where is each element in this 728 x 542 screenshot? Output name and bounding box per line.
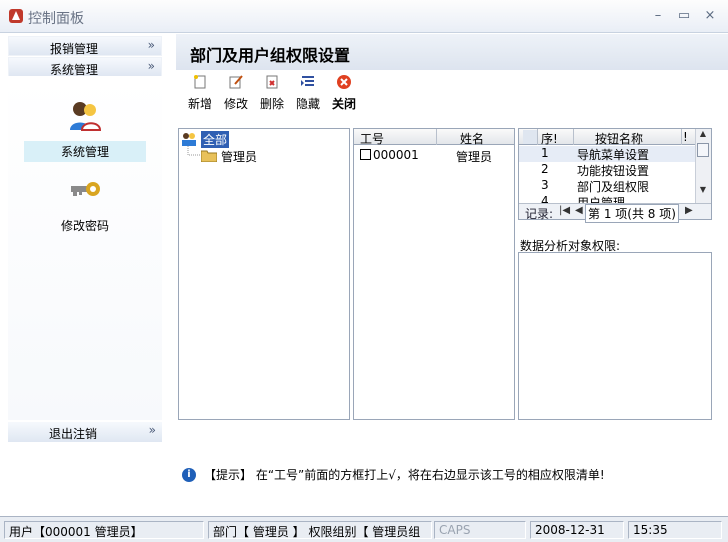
chevron-down-icon: » — [147, 38, 155, 52]
sidebar-item-system-management[interactable]: 系统管理 — [8, 98, 162, 162]
status-bar: 用户【000001 管理员】 部门【 管理员 】 权限组别【 管理员组 CAPS… — [0, 516, 728, 542]
first-record-icon[interactable]: |◀ — [559, 205, 570, 216]
hint-bar: i 【提示】 在“工号”前面的方框打上√，将在右边显示该工号的相应权限清单! — [182, 466, 605, 483]
sidebar-group-reimbursement[interactable]: 报销管理 » — [8, 36, 162, 56]
column-header[interactable]: 工号 — [360, 130, 384, 147]
delete-icon — [266, 75, 278, 89]
vertical-scrollbar[interactable]: ▲ ▼ — [695, 129, 711, 205]
minimize-button[interactable]: – — [650, 8, 666, 24]
sidebar: 报销管理 » 系统管理 » 系统管理 修改密码 退出注销 » — [0, 34, 168, 516]
next-record-icon[interactable]: ▶ — [685, 205, 693, 216]
table-row[interactable]: 000001 — [360, 148, 419, 164]
scroll-up-icon[interactable]: ▲ — [696, 129, 710, 141]
title-bar: 控制面板 – ▭ × — [0, 0, 728, 33]
pager-label: 记录: — [525, 207, 554, 221]
table-row[interactable]: 1 导航菜单设置 — [519, 146, 695, 162]
page-title: 部门及用户组权限设置 — [190, 46, 351, 65]
column-header[interactable]: ! — [683, 130, 688, 144]
new-button[interactable]: 新增 — [186, 74, 214, 112]
edit-icon — [229, 75, 243, 89]
row-checkbox[interactable] — [360, 149, 371, 160]
close-icon — [337, 75, 351, 89]
folder-icon — [201, 150, 217, 162]
employee-id: 000001 — [373, 148, 419, 162]
department-tree[interactable]: 全部 管理员 — [178, 128, 350, 420]
close-window-button[interactable]: × — [702, 8, 718, 24]
sidebar-item-change-password[interactable]: 修改密码 — [8, 172, 162, 236]
new-icon — [194, 75, 206, 89]
hide-icon — [301, 76, 314, 86]
key-icon — [71, 182, 100, 196]
pager-info: 第 1 项(共 8 项) — [585, 204, 679, 223]
sidebar-body: 系统管理 修改密码 — [8, 76, 162, 420]
window-title: 控制面板 — [28, 11, 84, 27]
main-content: 部门及用户组权限设置 新增 修改 删除 隐藏 关闭 全部 管理员 工号 姓名 0… — [168, 34, 728, 516]
status-time: 15:35 — [628, 521, 722, 539]
tree-node-label: 管理员 — [221, 149, 258, 164]
info-icon: i — [182, 467, 196, 482]
users-icon — [70, 102, 102, 131]
app-icon — [9, 9, 23, 23]
column-header[interactable]: 按钮名称 — [595, 130, 643, 147]
scroll-thumb[interactable] — [697, 143, 709, 157]
table-header: 工号 姓名 — [354, 129, 514, 147]
record-navigator: 记录: |◀ ◀ 第 1 项(共 8 项) ▶ — [519, 203, 711, 223]
chevron-down-icon: » — [148, 423, 156, 437]
close-button[interactable]: 关闭 — [330, 74, 358, 112]
employee-name: 管理员 — [456, 150, 493, 164]
table-header: 序! 按钮名称 ! — [519, 129, 711, 147]
column-header[interactable]: 序! — [541, 130, 558, 147]
users-icon — [182, 133, 196, 146]
tree-connector — [187, 146, 201, 156]
sidebar-group-label: 报销管理 — [49, 42, 98, 56]
table-row[interactable]: 3 部门及组权限 — [519, 178, 695, 194]
toolbar: 新增 修改 删除 隐藏 关闭 — [186, 74, 358, 112]
chevron-down-icon: » — [147, 59, 155, 73]
status-user: 用户【000001 管理员】 — [4, 521, 204, 539]
status-caps: CAPS — [434, 521, 526, 539]
sidebar-item-label: 修改密码 — [60, 219, 109, 233]
sidebar-item-label: 系统管理 — [24, 141, 146, 162]
maximize-button[interactable]: ▭ — [676, 8, 692, 24]
tree-node[interactable]: 管理员 — [201, 148, 257, 164]
column-divider — [436, 129, 437, 145]
employee-table[interactable]: 工号 姓名 000001 管理员 — [353, 128, 515, 420]
sidebar-logout[interactable]: 退出注销 » — [8, 422, 162, 442]
column-header[interactable]: 姓名 — [460, 130, 484, 147]
delete-button[interactable]: 删除 — [258, 74, 286, 112]
status-date: 2008-12-31 — [530, 521, 624, 539]
scroll-down-icon[interactable]: ▼ — [696, 185, 710, 197]
button-permission-grid[interactable]: 序! 按钮名称 ! 1导航菜单设置 2功能按钮设置 3部门及组权限 4用户管理 … — [518, 128, 712, 223]
edit-button[interactable]: 修改 — [222, 74, 250, 112]
logout-label: 退出注销 — [48, 427, 97, 441]
table-row[interactable]: 2 功能按钮设置 — [519, 162, 695, 178]
permissions-list[interactable] — [518, 252, 712, 420]
prev-record-icon[interactable]: ◀ — [575, 205, 583, 216]
tree-root-label: 全部 — [201, 130, 230, 148]
page-header: 部门及用户组权限设置 — [176, 34, 728, 70]
hide-button[interactable]: 隐藏 — [294, 74, 322, 112]
sidebar-group-system[interactable]: 系统管理 » — [8, 57, 162, 77]
tree-root[interactable]: 全部 — [181, 130, 230, 148]
status-department: 部门【 管理员 】 权限组别【 管理员组 — [208, 521, 432, 539]
hint-text: 【提示】 在“工号”前面的方框打上√，将在右边显示该工号的相应权限清单! — [204, 468, 605, 482]
select-all-corner[interactable] — [523, 130, 537, 144]
